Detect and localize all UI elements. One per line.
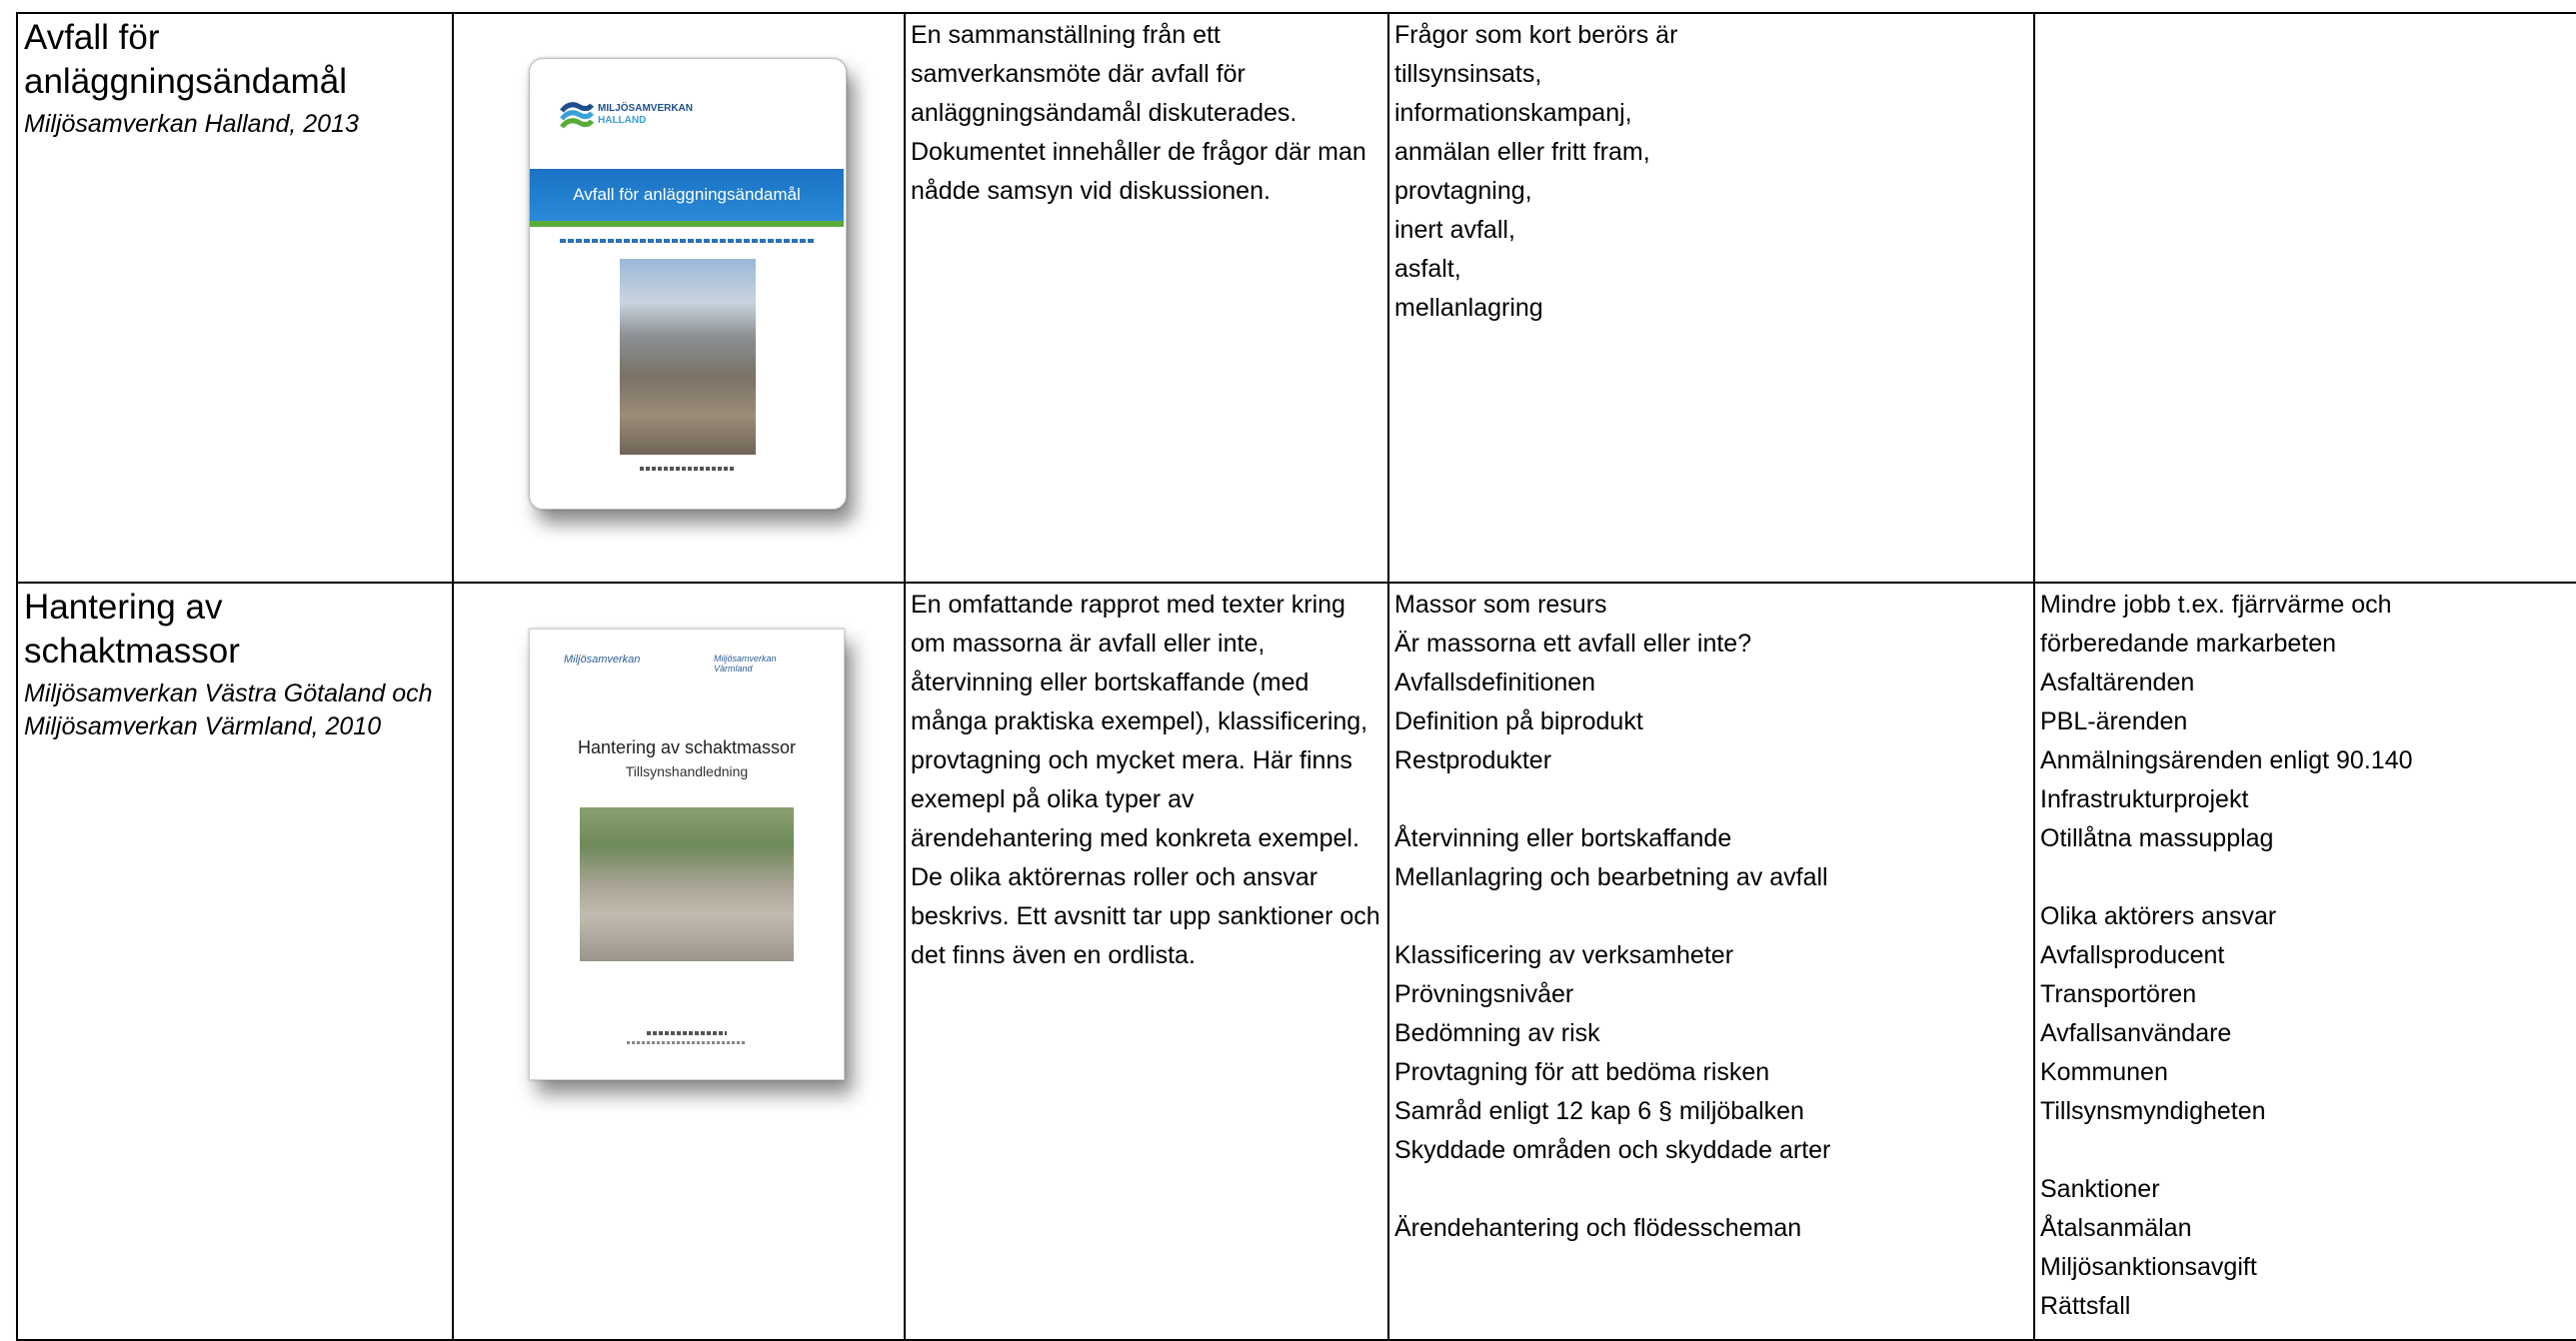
topic-line: Definition på biprodukt [1394, 707, 1643, 735]
extra-topic-line: Avfallsproducent [2040, 941, 2225, 969]
document-description: En sammanställning från ett samverkansmö… [911, 21, 1366, 205]
document-cover-image: MILJÖSAMVERKAN HALLAND Avfall för anlägg… [529, 58, 847, 510]
thumbnail-cell: MILJÖSAMVERKAN HALLAND Avfall för anlägg… [452, 12, 906, 584]
extra-topic-line [2040, 858, 2576, 897]
extra-topic-line: Asfaltärenden [2040, 669, 2195, 696]
document-cover-image: Miljösamverkan Miljösamverkan Värmland H… [529, 629, 845, 1080]
topic-line: Bedömning av risk [1394, 1019, 1600, 1047]
extra-topic-line: Mindre jobb t.ex. fjärrvärme och [2040, 591, 2392, 619]
extra-topic-line: Otillåtna massupplag [2040, 824, 2274, 852]
document-source: Miljösamverkan Västra Götaland och Miljö… [24, 679, 433, 740]
thumbnail-cell: Miljösamverkan Miljösamverkan Värmland H… [452, 582, 906, 1341]
document-title: Hantering av schaktmassor [24, 588, 240, 670]
document-description: En omfattande rapprot med texter kring o… [911, 591, 1380, 969]
topic-line: Frågor som kort berörs är [1394, 21, 1678, 49]
extra-topic-line: Sanktioner [2040, 1175, 2160, 1203]
logo-text: MILJÖSAMVERKAN [598, 103, 694, 114]
extra-topic-line: Miljösanktionsavgift [2040, 1253, 2257, 1281]
topic-line: Mellanlagring och bearbetning av avfall [1394, 863, 1828, 891]
document-title: Avfall för anläggningsändamål [24, 18, 348, 101]
topic-line: Klassificering av verksamheter [1394, 941, 1734, 969]
topic-line: inert avfall, [1394, 216, 1515, 244]
topic-line: asfalt, [1394, 255, 1461, 283]
extra-topic-line: Rättsfall [2040, 1292, 2131, 1320]
cover-subtitle: Tillsynshandledning [625, 763, 749, 779]
topic-line: Provtagning för att bedöma risken [1394, 1058, 1770, 1086]
extra-topics-cell [2033, 12, 2576, 584]
cover-title: Hantering av schaktmassor [577, 737, 797, 757]
logo-subtext: HALLAND [598, 115, 647, 126]
extra-topic-line: förberedande markarbeten [2040, 630, 2337, 658]
topic-line: anmälan eller fritt fram, [1394, 138, 1650, 166]
extra-topic-line: PBL-ärenden [2040, 707, 2188, 735]
title-cell: Avfall för anläggningsändamål Miljösamve… [16, 12, 454, 584]
topic-line: provtagning, [1394, 177, 1532, 205]
wave-logo-icon [560, 102, 595, 129]
extra-topic-line: Infrastrukturprojekt [2040, 785, 2249, 813]
description-cell: En omfattande rapprot med texter kring o… [904, 582, 1389, 1341]
topic-line: Restprodukter [1394, 746, 1552, 774]
logo-right: Miljösamverkan Värmland [714, 654, 777, 673]
table-row: Hantering av schaktmassor Miljösamverkan… [16, 582, 2576, 1341]
logo-left: Miljösamverkan [564, 654, 641, 666]
extra-topic-line: Olika aktörers ansvar [2040, 902, 2277, 930]
cover-subtitle-line [560, 239, 814, 243]
cover-photo [580, 807, 794, 961]
miljosamverkan-logo: MILJÖSAMVERKAN HALLAND [560, 99, 820, 139]
topic-line: Ärendehantering och flödesscheman [1394, 1214, 1802, 1242]
cover-revision-line [627, 1041, 747, 1044]
topics-cell: Massor som resurs Är massorna ett avfall… [1387, 582, 2035, 1341]
cover-date-line [647, 1031, 727, 1035]
extra-topics-cell: Mindre jobb t.ex. fjärrvärme och förbere… [2033, 582, 2576, 1341]
topic-line: mellanlagring [1394, 294, 1543, 322]
extra-topic-line: Åtalsanmälan [2040, 1214, 2192, 1242]
topic-line: Avfallsdefinitionen [1394, 669, 1596, 696]
topic-line: Skyddade områden och skyddade arter [1394, 1136, 1831, 1164]
document-table: Avfall för anläggningsändamål Miljösamve… [16, 12, 2576, 1341]
cover-title-band: Avfall för anläggningsändamål [530, 169, 844, 221]
extra-topic-line: Transportören [2040, 980, 2197, 1008]
topic-line: informationskampanj, [1394, 99, 1632, 127]
cover-date-line [640, 467, 736, 471]
topic-line: Samråd enligt 12 kap 6 § miljöbalken [1394, 1097, 1804, 1125]
table-row: Avfall för anläggningsändamål Miljösamve… [16, 12, 2576, 584]
topic-line [1394, 1170, 2028, 1209]
extra-topic-line: Tillsynsmyndigheten [2040, 1097, 2266, 1125]
topic-line: tillsynsinsats, [1394, 60, 1542, 88]
topics-cell: Frågor som kort berörs är tillsynsinsats… [1387, 12, 2035, 584]
topic-line: Är massorna ett avfall eller inte? [1394, 630, 1752, 658]
description-cell: En sammanställning från ett samverkansmö… [904, 12, 1389, 584]
topic-line: Prövningsnivåer [1394, 980, 1574, 1008]
topic-line: Massor som resurs [1394, 591, 1607, 619]
extra-topic-line: Avfallsanvändare [2040, 1019, 2232, 1047]
extra-topic-line [2040, 1131, 2576, 1170]
topic-line [1394, 897, 2028, 936]
extra-topic-line: Kommunen [2040, 1058, 2168, 1086]
extra-topic-line: Anmälningsärenden enligt 90.140 [2040, 746, 2413, 774]
document-source: Miljösamverkan Halland, 2013 [24, 110, 359, 138]
topic-line [1394, 780, 2028, 819]
title-cell: Hantering av schaktmassor Miljösamverkan… [16, 582, 454, 1341]
cover-photo [620, 259, 756, 455]
topic-line: Återvinning eller bortskaffande [1394, 824, 1732, 852]
